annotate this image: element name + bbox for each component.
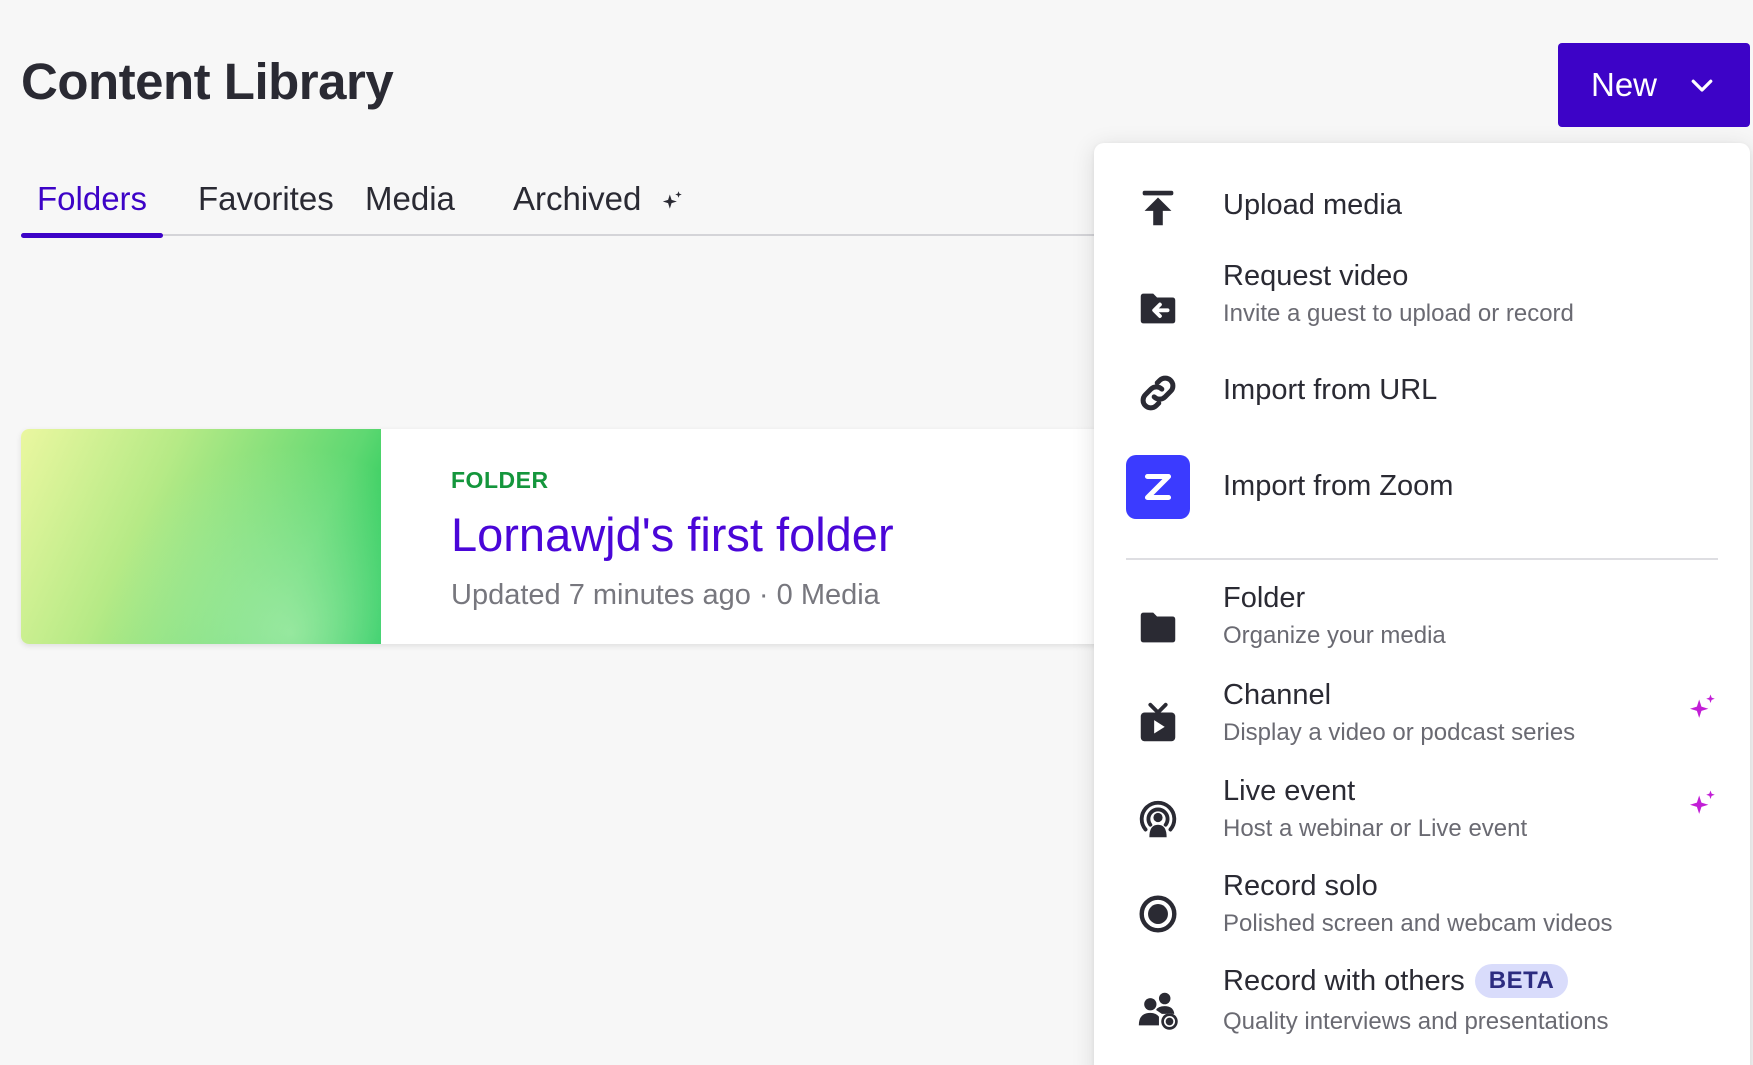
folder-name-link[interactable]: Lornawjd's first folder (451, 507, 894, 562)
content-library-page: Content Library New Folders Favorites Me… (0, 0, 1753, 1065)
menu-item-description: Invite a guest to upload or record (1223, 300, 1574, 327)
zoom-icon (1126, 455, 1190, 519)
menu-item-label: Import from Zoom (1223, 470, 1454, 502)
menu-divider (1126, 558, 1718, 560)
menu-item-label: Record solo (1223, 870, 1378, 902)
tab-folders[interactable]: Folders (21, 180, 164, 238)
new-button-label: New (1590, 66, 1658, 103)
sparkle-icon (662, 191, 682, 209)
menu-item-description: Polished screen and webcam videos (1223, 910, 1613, 937)
menu-item-description: Display a video or podcast series (1223, 719, 1576, 746)
menu-item-label: Live event (1223, 775, 1356, 807)
folder-thumbnail (21, 429, 381, 644)
new-button[interactable]: New (1558, 43, 1750, 127)
broadcast-icon (1126, 787, 1190, 851)
sparkle-icon (1689, 790, 1715, 814)
menu-item-folder[interactable]: Folder Organize your media (1094, 580, 1750, 670)
menu-item-live-event[interactable]: Live event Host a webinar or Live event (1094, 773, 1750, 863)
menu-item-description: Organize your media (1223, 622, 1446, 649)
menu-item-description: Quality interviews and presentations (1223, 1008, 1609, 1035)
link-icon (1126, 361, 1190, 425)
tv-icon (1126, 691, 1190, 755)
tab-archived[interactable]: Archived (497, 180, 701, 236)
page-title: Content Library (21, 53, 394, 110)
folder-meta: Updated 7 minutes ago · 0 Media (451, 579, 880, 611)
menu-item-label: Folder (1223, 582, 1306, 614)
menu-item-channel[interactable]: Channel Display a video or podcast serie… (1094, 677, 1750, 767)
tab-label: Folders (37, 180, 148, 217)
tab-label: Archived (513, 180, 642, 217)
menu-item-label: Import from URL (1223, 374, 1438, 406)
tab-label: Favorites (198, 180, 334, 217)
folder-type-label: FOLDER (451, 467, 549, 493)
new-menu-dropdown: Upload media Request video Invite a gues… (1094, 143, 1750, 1065)
menu-item-import-url[interactable]: Import from URL (1094, 349, 1750, 439)
folder-icon (1126, 595, 1190, 659)
menu-item-label: Upload media (1223, 189, 1402, 221)
menu-item-record-with-others[interactable]: Record with others BETA Quality interview… (1094, 964, 1750, 1054)
tab-media[interactable]: Media (349, 180, 471, 236)
menu-item-label: Channel (1223, 679, 1332, 711)
folder-card[interactable]: FOLDER Lornawjd's first folder Updated 7… (21, 429, 1181, 644)
record-icon (1126, 882, 1190, 946)
menu-item-request-video[interactable]: Request video Invite a guest to upload o… (1094, 258, 1750, 348)
menu-item-upload-media[interactable]: Upload media (1094, 163, 1750, 253)
menu-item-description: Host a webinar or Live event (1223, 815, 1528, 842)
menu-item-record-solo[interactable]: Record solo Polished screen and webcam v… (1094, 868, 1750, 958)
sparkle-icon (1689, 694, 1715, 718)
menu-item-label-row: Record with others BETA (1223, 964, 1569, 998)
menu-item-label: Record with others (1223, 965, 1465, 997)
folder-arrow-icon (1126, 276, 1190, 340)
beta-badge: BETA (1474, 964, 1569, 998)
tab-favorites[interactable]: Favorites (182, 180, 350, 236)
library-tabs: Folders Favorites Media Archived (21, 170, 1096, 238)
menu-item-import-zoom[interactable]: Import from Zoom (1094, 445, 1750, 535)
upload-icon (1126, 176, 1190, 240)
menu-item-label: Request video (1223, 260, 1409, 292)
tab-label: Media (365, 180, 455, 217)
people-record-icon (1126, 978, 1190, 1042)
chevron-down-icon (1691, 79, 1713, 92)
